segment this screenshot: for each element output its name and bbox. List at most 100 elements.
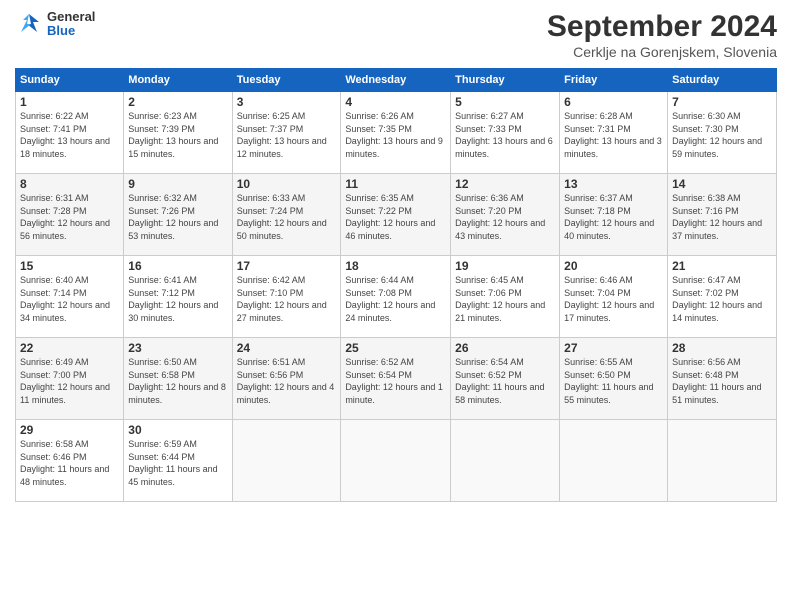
day-number: 28 bbox=[672, 341, 772, 355]
day-detail: Sunrise: 6:44 AMSunset: 7:08 PMDaylight:… bbox=[345, 274, 446, 324]
day-detail: Sunrise: 6:50 AMSunset: 6:58 PMDaylight:… bbox=[128, 356, 227, 406]
day-number: 2 bbox=[128, 95, 227, 109]
calendar-day-6: 6Sunrise: 6:28 AMSunset: 7:31 PMDaylight… bbox=[560, 92, 668, 174]
month-year-title: September 2024 bbox=[547, 10, 777, 44]
weekday-header-wednesday: Wednesday bbox=[341, 69, 451, 92]
calendar-day-11: 11Sunrise: 6:35 AMSunset: 7:22 PMDayligh… bbox=[341, 174, 451, 256]
day-detail: Sunrise: 6:52 AMSunset: 6:54 PMDaylight:… bbox=[345, 356, 446, 406]
calendar-day-29: 29Sunrise: 6:58 AMSunset: 6:46 PMDayligh… bbox=[16, 420, 124, 502]
calendar-empty-cell bbox=[232, 420, 341, 502]
calendar-week-row: 15Sunrise: 6:40 AMSunset: 7:14 PMDayligh… bbox=[16, 256, 777, 338]
day-detail: Sunrise: 6:26 AMSunset: 7:35 PMDaylight:… bbox=[345, 110, 446, 160]
calendar-day-22: 22Sunrise: 6:49 AMSunset: 7:00 PMDayligh… bbox=[16, 338, 124, 420]
calendar-day-10: 10Sunrise: 6:33 AMSunset: 7:24 PMDayligh… bbox=[232, 174, 341, 256]
calendar-day-12: 12Sunrise: 6:36 AMSunset: 7:20 PMDayligh… bbox=[451, 174, 560, 256]
calendar-day-16: 16Sunrise: 6:41 AMSunset: 7:12 PMDayligh… bbox=[124, 256, 232, 338]
day-number: 27 bbox=[564, 341, 663, 355]
day-number: 10 bbox=[237, 177, 337, 191]
logo-general: General bbox=[47, 10, 95, 24]
day-detail: Sunrise: 6:37 AMSunset: 7:18 PMDaylight:… bbox=[564, 192, 663, 242]
day-detail: Sunrise: 6:46 AMSunset: 7:04 PMDaylight:… bbox=[564, 274, 663, 324]
calendar-week-row: 1Sunrise: 6:22 AMSunset: 7:41 PMDaylight… bbox=[16, 92, 777, 174]
weekday-header-friday: Friday bbox=[560, 69, 668, 92]
calendar-day-14: 14Sunrise: 6:38 AMSunset: 7:16 PMDayligh… bbox=[668, 174, 777, 256]
weekday-header-monday: Monday bbox=[124, 69, 232, 92]
day-number: 23 bbox=[128, 341, 227, 355]
calendar-day-17: 17Sunrise: 6:42 AMSunset: 7:10 PMDayligh… bbox=[232, 256, 341, 338]
day-number: 30 bbox=[128, 423, 227, 437]
day-number: 4 bbox=[345, 95, 446, 109]
day-number: 15 bbox=[20, 259, 119, 273]
calendar-empty-cell bbox=[560, 420, 668, 502]
weekday-header-tuesday: Tuesday bbox=[232, 69, 341, 92]
calendar-day-2: 2Sunrise: 6:23 AMSunset: 7:39 PMDaylight… bbox=[124, 92, 232, 174]
day-number: 12 bbox=[455, 177, 555, 191]
day-number: 5 bbox=[455, 95, 555, 109]
day-detail: Sunrise: 6:31 AMSunset: 7:28 PMDaylight:… bbox=[20, 192, 119, 242]
title-block: September 2024 Cerklje na Gorenjskem, Sl… bbox=[547, 10, 777, 60]
day-detail: Sunrise: 6:40 AMSunset: 7:14 PMDaylight:… bbox=[20, 274, 119, 324]
day-detail: Sunrise: 6:23 AMSunset: 7:39 PMDaylight:… bbox=[128, 110, 227, 160]
day-number: 19 bbox=[455, 259, 555, 273]
day-detail: Sunrise: 6:38 AMSunset: 7:16 PMDaylight:… bbox=[672, 192, 772, 242]
day-number: 3 bbox=[237, 95, 337, 109]
day-number: 1 bbox=[20, 95, 119, 109]
calendar-day-9: 9Sunrise: 6:32 AMSunset: 7:26 PMDaylight… bbox=[124, 174, 232, 256]
day-number: 22 bbox=[20, 341, 119, 355]
logo: General Blue bbox=[15, 10, 95, 39]
day-number: 14 bbox=[672, 177, 772, 191]
day-detail: Sunrise: 6:32 AMSunset: 7:26 PMDaylight:… bbox=[128, 192, 227, 242]
day-detail: Sunrise: 6:33 AMSunset: 7:24 PMDaylight:… bbox=[237, 192, 337, 242]
calendar-day-27: 27Sunrise: 6:55 AMSunset: 6:50 PMDayligh… bbox=[560, 338, 668, 420]
calendar-day-8: 8Sunrise: 6:31 AMSunset: 7:28 PMDaylight… bbox=[16, 174, 124, 256]
page: General Blue September 2024 Cerklje na G… bbox=[0, 0, 792, 612]
calendar-day-1: 1Sunrise: 6:22 AMSunset: 7:41 PMDaylight… bbox=[16, 92, 124, 174]
calendar-day-24: 24Sunrise: 6:51 AMSunset: 6:56 PMDayligh… bbox=[232, 338, 341, 420]
day-detail: Sunrise: 6:27 AMSunset: 7:33 PMDaylight:… bbox=[455, 110, 555, 160]
day-number: 17 bbox=[237, 259, 337, 273]
calendar-day-26: 26Sunrise: 6:54 AMSunset: 6:52 PMDayligh… bbox=[451, 338, 560, 420]
day-number: 7 bbox=[672, 95, 772, 109]
day-detail: Sunrise: 6:36 AMSunset: 7:20 PMDaylight:… bbox=[455, 192, 555, 242]
calendar-day-28: 28Sunrise: 6:56 AMSunset: 6:48 PMDayligh… bbox=[668, 338, 777, 420]
day-detail: Sunrise: 6:35 AMSunset: 7:22 PMDaylight:… bbox=[345, 192, 446, 242]
calendar-table: SundayMondayTuesdayWednesdayThursdayFrid… bbox=[15, 68, 777, 502]
calendar-week-row: 8Sunrise: 6:31 AMSunset: 7:28 PMDaylight… bbox=[16, 174, 777, 256]
calendar-day-5: 5Sunrise: 6:27 AMSunset: 7:33 PMDaylight… bbox=[451, 92, 560, 174]
calendar-day-23: 23Sunrise: 6:50 AMSunset: 6:58 PMDayligh… bbox=[124, 338, 232, 420]
day-detail: Sunrise: 6:22 AMSunset: 7:41 PMDaylight:… bbox=[20, 110, 119, 160]
day-detail: Sunrise: 6:30 AMSunset: 7:30 PMDaylight:… bbox=[672, 110, 772, 160]
calendar-day-18: 18Sunrise: 6:44 AMSunset: 7:08 PMDayligh… bbox=[341, 256, 451, 338]
day-detail: Sunrise: 6:47 AMSunset: 7:02 PMDaylight:… bbox=[672, 274, 772, 324]
day-number: 11 bbox=[345, 177, 446, 191]
day-number: 9 bbox=[128, 177, 227, 191]
day-number: 29 bbox=[20, 423, 119, 437]
calendar-day-15: 15Sunrise: 6:40 AMSunset: 7:14 PMDayligh… bbox=[16, 256, 124, 338]
day-number: 26 bbox=[455, 341, 555, 355]
header: General Blue September 2024 Cerklje na G… bbox=[15, 10, 777, 60]
day-number: 13 bbox=[564, 177, 663, 191]
calendar-day-7: 7Sunrise: 6:30 AMSunset: 7:30 PMDaylight… bbox=[668, 92, 777, 174]
day-number: 24 bbox=[237, 341, 337, 355]
day-detail: Sunrise: 6:28 AMSunset: 7:31 PMDaylight:… bbox=[564, 110, 663, 160]
calendar-week-row: 29Sunrise: 6:58 AMSunset: 6:46 PMDayligh… bbox=[16, 420, 777, 502]
day-number: 21 bbox=[672, 259, 772, 273]
calendar-day-19: 19Sunrise: 6:45 AMSunset: 7:06 PMDayligh… bbox=[451, 256, 560, 338]
day-detail: Sunrise: 6:59 AMSunset: 6:44 PMDaylight:… bbox=[128, 438, 227, 488]
calendar-day-4: 4Sunrise: 6:26 AMSunset: 7:35 PMDaylight… bbox=[341, 92, 451, 174]
calendar-day-20: 20Sunrise: 6:46 AMSunset: 7:04 PMDayligh… bbox=[560, 256, 668, 338]
day-detail: Sunrise: 6:49 AMSunset: 7:00 PMDaylight:… bbox=[20, 356, 119, 406]
logo-bird-icon bbox=[15, 10, 43, 38]
calendar-header-row: SundayMondayTuesdayWednesdayThursdayFrid… bbox=[16, 69, 777, 92]
day-number: 18 bbox=[345, 259, 446, 273]
location-subtitle: Cerklje na Gorenjskem, Slovenia bbox=[547, 44, 777, 60]
day-detail: Sunrise: 6:45 AMSunset: 7:06 PMDaylight:… bbox=[455, 274, 555, 324]
calendar-day-3: 3Sunrise: 6:25 AMSunset: 7:37 PMDaylight… bbox=[232, 92, 341, 174]
day-number: 16 bbox=[128, 259, 227, 273]
calendar-empty-cell bbox=[341, 420, 451, 502]
weekday-header-thursday: Thursday bbox=[451, 69, 560, 92]
calendar-day-21: 21Sunrise: 6:47 AMSunset: 7:02 PMDayligh… bbox=[668, 256, 777, 338]
calendar-empty-cell bbox=[451, 420, 560, 502]
calendar-day-25: 25Sunrise: 6:52 AMSunset: 6:54 PMDayligh… bbox=[341, 338, 451, 420]
calendar-day-30: 30Sunrise: 6:59 AMSunset: 6:44 PMDayligh… bbox=[124, 420, 232, 502]
